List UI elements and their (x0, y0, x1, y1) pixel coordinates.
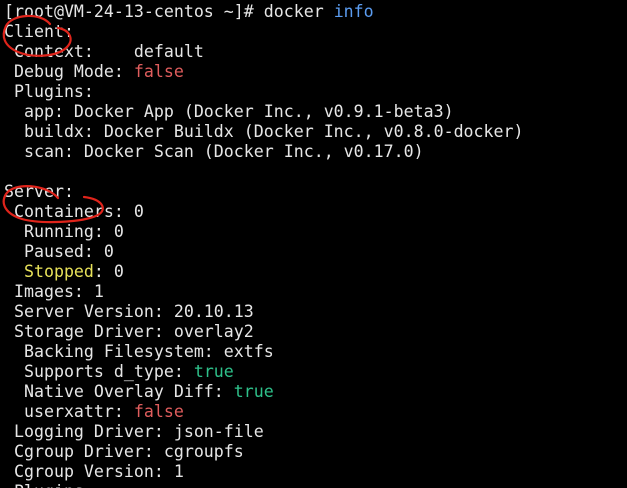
output-line: Plugins: (4, 482, 94, 488)
output-token: app: Docker App (Docker Inc., v0.9.1-bet… (4, 102, 454, 121)
output-token: Plugins: (4, 82, 94, 101)
output-token: true (233, 382, 274, 401)
output-line: Logging Driver: json-file (4, 422, 264, 442)
output-line: Native Overlay Diff: true (4, 382, 274, 402)
output-line: Containers: 0 (4, 202, 144, 222)
output-token: : 0 (93, 262, 124, 281)
output-token: Client: (4, 22, 74, 41)
output-line: Server Version: 20.10.13 (4, 302, 254, 322)
output-token: Running: 0 (4, 222, 124, 241)
output-line: Cgroup Driver: cgroupfs (4, 442, 244, 462)
output-line: Images: 1 (4, 282, 104, 302)
output-line: Debug Mode: false (4, 62, 184, 82)
output-token: userxattr: (4, 402, 134, 421)
output-token: Stopped (4, 262, 94, 281)
output-token: Plugins: (4, 482, 94, 488)
output-token: info (333, 2, 374, 21)
output-token: Cgroup Driver: cgroupfs (4, 442, 244, 461)
output-token: Paused: 0 (4, 242, 114, 261)
output-line: Storage Driver: overlay2 (4, 322, 254, 342)
output-token: buildx: Docker Buildx (Docker Inc., v0.8… (4, 122, 524, 141)
output-token: Server: (4, 182, 74, 201)
output-token: false (133, 402, 184, 421)
output-line: userxattr: false (4, 402, 184, 422)
prompt-line: [root@VM-24-13-centos ~]# docker info (4, 2, 374, 22)
output-line: Paused: 0 (4, 242, 114, 262)
output-line: Running: 0 (4, 222, 124, 242)
output-line: scan: Docker Scan (Docker Inc., v0.17.0) (4, 142, 424, 162)
output-token: Cgroup Version: 1 (4, 462, 184, 481)
terminal-window[interactable]: [root@VM-24-13-centos ~]# docker info Cli… (0, 0, 627, 488)
output-token: Supports d_type: (4, 362, 194, 381)
output-line: buildx: Docker Buildx (Docker Inc., v0.8… (4, 122, 524, 142)
output-token: Native Overlay Diff: (4, 382, 234, 401)
output-token: Backing Filesystem: extfs (4, 342, 274, 361)
output-token: Containers: 0 (4, 202, 144, 221)
output-line: Server: (4, 182, 74, 202)
top-clip (0, 0, 627, 4)
output-line: Client: (4, 22, 74, 42)
output-line: Cgroup Version: 1 (4, 462, 184, 482)
output-token: false (133, 62, 184, 81)
output-line: Plugins: (4, 82, 94, 102)
output-token: Context: default (4, 42, 204, 61)
output-line: Supports d_type: true (4, 362, 234, 382)
output-token: Logging Driver: json-file (4, 422, 264, 441)
output-token: Images: 1 (4, 282, 104, 301)
output-token: Storage Driver: overlay2 (4, 322, 254, 341)
output-line: Backing Filesystem: extfs (4, 342, 274, 362)
output-token: [root@VM-24-13-centos ~]# docker (4, 2, 334, 21)
output-token: scan: Docker Scan (Docker Inc., v0.17.0) (4, 142, 424, 161)
output-token: Server Version: 20.10.13 (4, 302, 254, 321)
output-line: Stopped: 0 (4, 262, 124, 282)
output-token: true (193, 362, 234, 381)
output-line: Context: default (4, 42, 204, 62)
output-token: Debug Mode: (4, 62, 134, 81)
output-line: app: Docker App (Docker Inc., v0.9.1-bet… (4, 102, 454, 122)
